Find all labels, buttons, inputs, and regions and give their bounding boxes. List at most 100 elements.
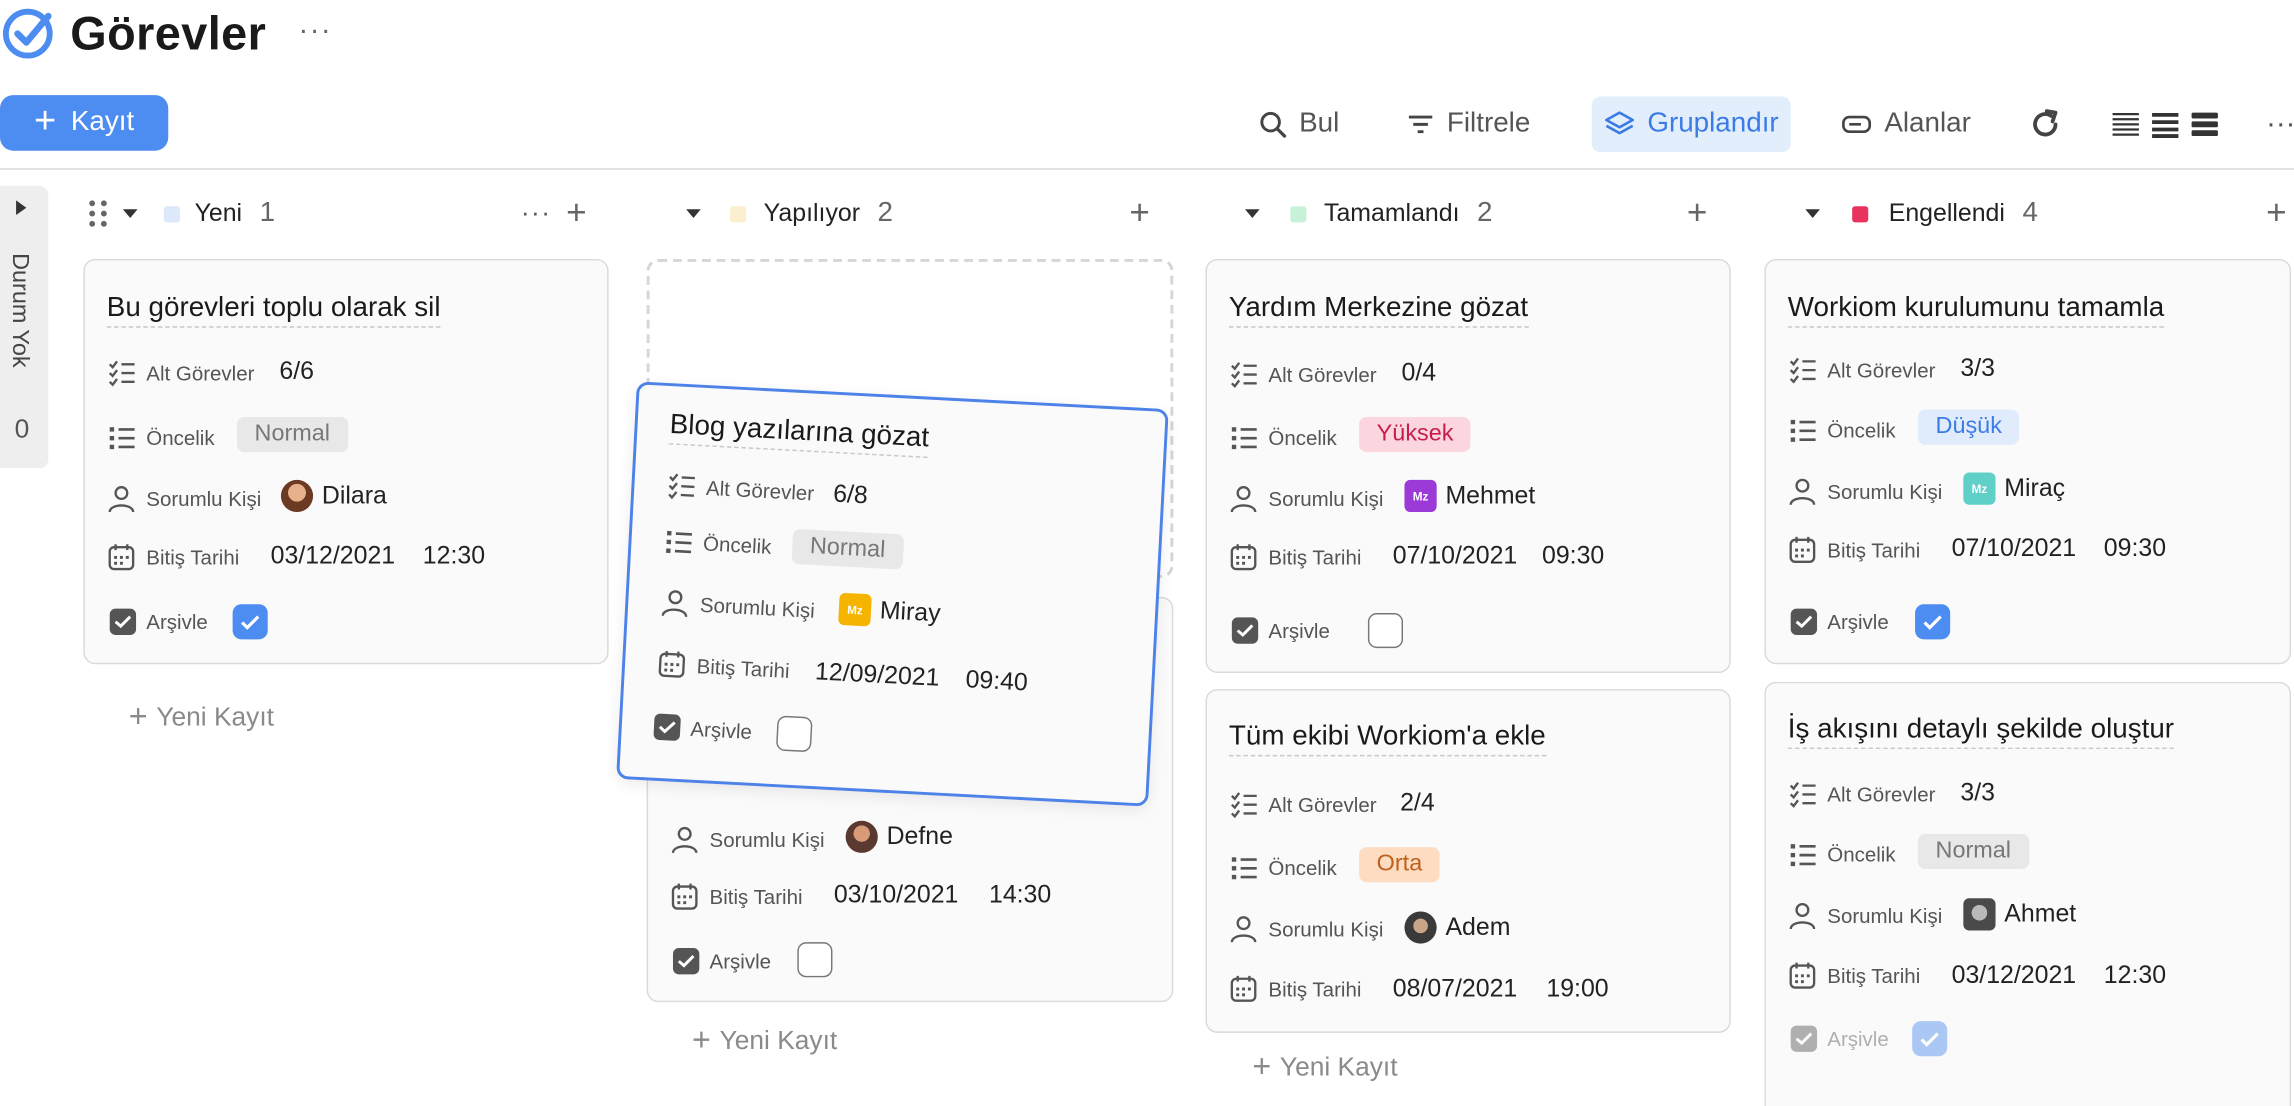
column-add-icon[interactable]: + xyxy=(566,196,587,231)
priority-badge: Normal xyxy=(791,529,903,570)
no-status-count: 0 xyxy=(15,414,30,445)
card-title[interactable]: Blog yazılarına gözat xyxy=(669,409,930,458)
assignee[interactable]: MzMiray xyxy=(838,593,941,630)
person-icon xyxy=(1229,484,1258,513)
subtasks-row: Alt Görevler xyxy=(1229,790,1377,819)
assignee-row: Sorumlu Kişi xyxy=(1788,901,1942,930)
column-add-icon[interactable]: + xyxy=(2266,196,2287,231)
group-label: Gruplandır xyxy=(1647,108,1778,140)
task-card[interactable]: Workiom kurulumunu tamamla Alt Görevler … xyxy=(1764,259,2291,664)
density-large-button[interactable] xyxy=(2190,97,2219,153)
due-row: Bitiş Tarihi xyxy=(1229,974,1361,1003)
title-more-icon[interactable]: ··· xyxy=(298,14,332,48)
archive-checkbox[interactable] xyxy=(1915,604,1950,639)
assignee[interactable]: MzMehmet xyxy=(1404,480,1535,512)
archive-field-icon xyxy=(1791,609,1817,635)
field-label: Bitiş Tarihi xyxy=(1827,964,1920,987)
card-title[interactable]: Tüm ekibi Workiom'a ekle xyxy=(1229,721,1546,756)
archive-label: Arşivle xyxy=(1827,1027,1888,1050)
card-title[interactable]: Workiom kurulumunu tamamla xyxy=(1788,293,2164,328)
avatar xyxy=(846,821,878,853)
column-count: 4 xyxy=(2022,198,2037,230)
chevron-down-icon[interactable] xyxy=(123,209,138,218)
archive-label: Arşivle xyxy=(710,949,771,972)
assignee[interactable]: Defne xyxy=(846,821,953,853)
toolbar-divider xyxy=(0,168,2294,169)
chevron-down-icon[interactable] xyxy=(1245,209,1260,218)
avatar xyxy=(1963,898,1995,930)
column-header-yeni[interactable]: Yeni 1 xyxy=(88,190,275,237)
due-time: 19:00 xyxy=(1546,974,1608,1003)
find-button[interactable]: Bul xyxy=(1258,97,1339,153)
column-add-icon[interactable]: + xyxy=(1687,196,1708,231)
task-card[interactable]: Tüm ekibi Workiom'a ekle Alt Görevler 2/… xyxy=(1206,689,1731,1033)
due-row: Bitiş Tarihi xyxy=(1788,535,1920,564)
search-icon xyxy=(1258,110,1287,139)
card-title[interactable]: Bu görevleri toplu olarak sil xyxy=(107,293,441,328)
task-card[interactable]: Yardım Merkezine gözat Alt Görevler 0/4 … xyxy=(1206,259,1731,673)
fields-button[interactable]: Alanlar xyxy=(1840,97,1970,153)
column-header-engellendi[interactable]: Engellendi 4 xyxy=(1805,190,2038,237)
priority-badge: Yüksek xyxy=(1359,417,1471,452)
list-icon xyxy=(107,423,136,452)
priority-badge: Orta xyxy=(1359,847,1440,882)
add-record-button[interactable]: +Yeni Kayıt xyxy=(1252,1048,1397,1086)
assignee[interactable]: MzMiraç xyxy=(1963,473,2065,505)
assignee[interactable]: Ahmet xyxy=(1963,898,2076,930)
refresh-button[interactable] xyxy=(2028,97,2063,153)
column-more-icon[interactable]: ··· xyxy=(521,199,552,225)
status-color-swatch xyxy=(164,206,180,222)
field-label: Bitiş Tarihi xyxy=(1827,538,1920,561)
column-name: Yeni xyxy=(195,199,243,228)
add-record-button[interactable]: +Yeni Kayıt xyxy=(692,1021,837,1059)
due-date: 03/12/2021 xyxy=(1952,961,2076,990)
archive-checkbox[interactable] xyxy=(1368,613,1403,648)
task-card[interactable]: İş akışını detaylı şekilde oluştur Alt G… xyxy=(1764,682,2291,1106)
chevron-down-icon[interactable] xyxy=(686,209,701,218)
archive-label: Arşivle xyxy=(1827,610,1888,633)
no-status-label: Durum Yok xyxy=(6,253,32,368)
assignee-row: Sorumlu Kişi xyxy=(107,484,261,513)
subtasks-value: 6/6 xyxy=(279,357,314,386)
new-record-button[interactable]: + Kayıt xyxy=(0,95,168,151)
expand-arrow-icon[interactable] xyxy=(16,200,26,215)
priority-row: Öncelik xyxy=(1229,853,1337,882)
column-name: Yapılıyor xyxy=(764,199,860,228)
archive-checkbox[interactable] xyxy=(1912,1021,1947,1056)
due-date: 07/10/2021 xyxy=(1393,541,1517,570)
column-header-tamamlandi[interactable]: Tamamlandı 2 xyxy=(1245,190,1493,237)
list-icon xyxy=(1229,423,1258,452)
density-compact-button[interactable] xyxy=(2111,97,2140,153)
due-date: 08/07/2021 xyxy=(1393,974,1517,1003)
task-card[interactable]: Bu görevleri toplu olarak sil Alt Görevl… xyxy=(83,259,608,664)
plus-icon: + xyxy=(1252,1048,1271,1086)
density-medium-button[interactable] xyxy=(2151,97,2180,153)
card-title[interactable]: Yardım Merkezine gözat xyxy=(1229,293,1528,328)
assignee[interactable]: Adem xyxy=(1404,911,1510,943)
no-status-collapsed-column[interactable]: Durum Yok 0 xyxy=(0,186,48,468)
calendar-icon xyxy=(1229,974,1258,1003)
archive-checkbox[interactable] xyxy=(797,942,832,977)
assignee-name: Miraç xyxy=(2004,474,2065,503)
chevron-down-icon[interactable] xyxy=(1805,209,1820,218)
archive-checkbox[interactable] xyxy=(776,715,813,752)
field-label: Sorumlu Kişi xyxy=(710,828,825,851)
archive-field-icon xyxy=(653,713,681,741)
filter-button[interactable]: Filtrele xyxy=(1406,97,1530,153)
toolbar-more-icon[interactable]: ··· xyxy=(2266,97,2294,153)
checklist-icon xyxy=(1788,780,1817,809)
column-header-yapiliyor[interactable]: Yapılıyor 2 xyxy=(686,190,893,237)
archive-checkbox[interactable] xyxy=(233,604,268,639)
field-label: Bitiş Tarihi xyxy=(1268,977,1361,1000)
assignee[interactable]: Dilara xyxy=(281,480,387,512)
drag-handle-icon[interactable] xyxy=(88,199,108,228)
archive-label: Arşivle xyxy=(1268,619,1329,642)
add-record-button[interactable]: +Yeni Kayıt xyxy=(129,698,274,736)
status-color-swatch xyxy=(1290,206,1306,222)
subtasks-value: 3/3 xyxy=(1960,778,1995,807)
card-title[interactable]: İş akışını detaylı şekilde oluştur xyxy=(1788,714,2174,749)
due-date: 07/10/2021 xyxy=(1952,534,2076,563)
dragged-task-card[interactable]: Blog yazılarına gözat Alt Görevler 6/8 Ö… xyxy=(616,381,1169,806)
column-add-icon[interactable]: + xyxy=(1129,196,1150,231)
group-button[interactable]: Gruplandır xyxy=(1592,97,1791,153)
